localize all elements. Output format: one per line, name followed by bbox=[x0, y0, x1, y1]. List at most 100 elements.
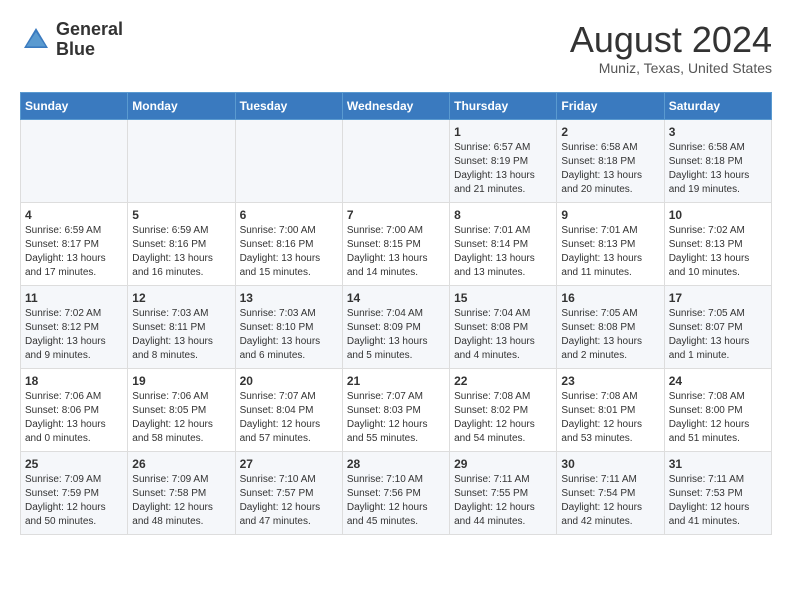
calendar-cell: 20Sunrise: 7:07 AM Sunset: 8:04 PM Dayli… bbox=[235, 368, 342, 451]
day-info: Sunrise: 7:02 AM Sunset: 8:13 PM Dayligh… bbox=[669, 224, 767, 280]
day-info: Sunrise: 7:11 AM Sunset: 7:54 PM Dayligh… bbox=[561, 473, 659, 529]
day-number: 22 bbox=[454, 374, 552, 388]
day-info: Sunrise: 7:09 AM Sunset: 7:58 PM Dayligh… bbox=[132, 473, 230, 529]
day-number: 17 bbox=[669, 291, 767, 305]
day-info: Sunrise: 7:10 AM Sunset: 7:56 PM Dayligh… bbox=[347, 473, 445, 529]
day-info: Sunrise: 7:05 AM Sunset: 8:07 PM Dayligh… bbox=[669, 307, 767, 363]
calendar-cell: 29 Sunrise: 7:11 AM Sunset: 7:55 PM Dayli… bbox=[450, 451, 557, 534]
weekday-header-wednesday: Wednesday bbox=[342, 92, 449, 119]
calendar-cell: 9 Sunrise: 7:01 AM Sunset: 8:13 PM Daylig… bbox=[557, 202, 664, 285]
day-number: 9 bbox=[561, 208, 659, 222]
calendar-cell: 15 Sunrise: 7:04 AM Sunset: 8:08 PM Dayli… bbox=[450, 285, 557, 368]
calendar-week-row: 18 Sunrise: 7:06 AM Sunset: 8:06 PM Dayli… bbox=[21, 368, 772, 451]
day-number: 20 bbox=[240, 374, 338, 388]
day-number: 30 bbox=[561, 457, 659, 471]
day-number: 7 bbox=[347, 208, 445, 222]
calendar-week-row: 1Sunrise: 6:57 AM Sunset: 8:19 PM Daylig… bbox=[21, 119, 772, 202]
day-info: Sunrise: 7:06 AM Sunset: 8:06 PM Dayligh… bbox=[25, 390, 123, 446]
day-number: 27 bbox=[240, 457, 338, 471]
calendar-cell: 10 Sunrise: 7:02 AM Sunset: 8:13 PM Dayli… bbox=[664, 202, 771, 285]
calendar-cell: 2 Sunrise: 6:58 AM Sunset: 8:18 PM Daylig… bbox=[557, 119, 664, 202]
calendar-cell: 11 Sunrise: 7:02 AM Sunset: 8:12 PM Dayli… bbox=[21, 285, 128, 368]
day-info: Sunrise: 7:02 AM Sunset: 8:12 PM Dayligh… bbox=[25, 307, 123, 363]
page-header: General Blue August 2024 Muniz, Texas, U… bbox=[20, 20, 772, 76]
month-title: August 2024 bbox=[570, 20, 772, 60]
day-info: Sunrise: 7:11 AM Sunset: 7:55 PM Dayligh… bbox=[454, 473, 552, 529]
calendar-cell: 13Sunrise: 7:03 AM Sunset: 8:10 PM Dayli… bbox=[235, 285, 342, 368]
day-number: 19 bbox=[132, 374, 230, 388]
calendar-cell bbox=[235, 119, 342, 202]
calendar-cell: 5 Sunrise: 6:59 AM Sunset: 8:16 PM Daylig… bbox=[128, 202, 235, 285]
day-info: Sunrise: 6:58 AM Sunset: 8:18 PM Dayligh… bbox=[669, 141, 767, 197]
weekday-header-sunday: Sunday bbox=[21, 92, 128, 119]
day-number: 2 bbox=[561, 125, 659, 139]
calendar-cell: 16Sunrise: 7:05 AM Sunset: 8:08 PM Dayli… bbox=[557, 285, 664, 368]
calendar-cell: 8Sunrise: 7:01 AM Sunset: 8:14 PM Daylig… bbox=[450, 202, 557, 285]
day-number: 25 bbox=[25, 457, 123, 471]
day-info: Sunrise: 7:10 AM Sunset: 7:57 PM Dayligh… bbox=[240, 473, 338, 529]
calendar-cell: 6 Sunrise: 7:00 AM Sunset: 8:16 PM Daylig… bbox=[235, 202, 342, 285]
day-info: Sunrise: 7:04 AM Sunset: 8:09 PM Dayligh… bbox=[347, 307, 445, 363]
day-number: 10 bbox=[669, 208, 767, 222]
day-info: Sunrise: 7:08 AM Sunset: 8:01 PM Dayligh… bbox=[561, 390, 659, 446]
location: Muniz, Texas, United States bbox=[570, 60, 772, 76]
calendar-cell: 1Sunrise: 6:57 AM Sunset: 8:19 PM Daylig… bbox=[450, 119, 557, 202]
calendar-cell: 26Sunrise: 7:09 AM Sunset: 7:58 PM Dayli… bbox=[128, 451, 235, 534]
calendar-cell: 28 Sunrise: 7:10 AM Sunset: 7:56 PM Dayli… bbox=[342, 451, 449, 534]
calendar-cell: 7Sunrise: 7:00 AM Sunset: 8:15 PM Daylig… bbox=[342, 202, 449, 285]
calendar-cell: 19 Sunrise: 7:06 AM Sunset: 8:05 PM Dayli… bbox=[128, 368, 235, 451]
title-block: August 2024 Muniz, Texas, United States bbox=[570, 20, 772, 76]
day-info: Sunrise: 7:08 AM Sunset: 8:00 PM Dayligh… bbox=[669, 390, 767, 446]
logo-line2: Blue bbox=[56, 40, 123, 60]
calendar-table: SundayMondayTuesdayWednesdayThursdayFrid… bbox=[20, 92, 772, 535]
calendar-cell bbox=[342, 119, 449, 202]
calendar-cell bbox=[128, 119, 235, 202]
day-number: 8 bbox=[454, 208, 552, 222]
calendar-cell: 30 Sunrise: 7:11 AM Sunset: 7:54 PM Dayli… bbox=[557, 451, 664, 534]
day-info: Sunrise: 7:00 AM Sunset: 8:16 PM Dayligh… bbox=[240, 224, 338, 280]
day-info: Sunrise: 7:09 AM Sunset: 7:59 PM Dayligh… bbox=[25, 473, 123, 529]
day-number: 24 bbox=[669, 374, 767, 388]
day-number: 21 bbox=[347, 374, 445, 388]
day-number: 29 bbox=[454, 457, 552, 471]
day-info: Sunrise: 6:59 AM Sunset: 8:16 PM Dayligh… bbox=[132, 224, 230, 280]
calendar-cell: 31Sunrise: 7:11 AM Sunset: 7:53 PM Dayli… bbox=[664, 451, 771, 534]
logo: General Blue bbox=[20, 20, 123, 60]
day-info: Sunrise: 7:01 AM Sunset: 8:13 PM Dayligh… bbox=[561, 224, 659, 280]
day-info: Sunrise: 6:59 AM Sunset: 8:17 PM Dayligh… bbox=[25, 224, 123, 280]
day-number: 6 bbox=[240, 208, 338, 222]
day-number: 5 bbox=[132, 208, 230, 222]
day-number: 11 bbox=[25, 291, 123, 305]
calendar-cell: 12Sunrise: 7:03 AM Sunset: 8:11 PM Dayli… bbox=[128, 285, 235, 368]
calendar-cell: 24 Sunrise: 7:08 AM Sunset: 8:00 PM Dayli… bbox=[664, 368, 771, 451]
calendar-week-row: 25 Sunrise: 7:09 AM Sunset: 7:59 PM Dayli… bbox=[21, 451, 772, 534]
day-info: Sunrise: 6:58 AM Sunset: 8:18 PM Dayligh… bbox=[561, 141, 659, 197]
day-number: 16 bbox=[561, 291, 659, 305]
weekday-header-saturday: Saturday bbox=[664, 92, 771, 119]
day-info: Sunrise: 7:08 AM Sunset: 8:02 PM Dayligh… bbox=[454, 390, 552, 446]
day-number: 28 bbox=[347, 457, 445, 471]
calendar-cell: 21Sunrise: 7:07 AM Sunset: 8:03 PM Dayli… bbox=[342, 368, 449, 451]
day-number: 12 bbox=[132, 291, 230, 305]
calendar-cell: 18 Sunrise: 7:06 AM Sunset: 8:06 PM Dayli… bbox=[21, 368, 128, 451]
calendar-cell bbox=[21, 119, 128, 202]
day-number: 15 bbox=[454, 291, 552, 305]
weekday-header-thursday: Thursday bbox=[450, 92, 557, 119]
day-number: 4 bbox=[25, 208, 123, 222]
calendar-cell: 3Sunrise: 6:58 AM Sunset: 8:18 PM Daylig… bbox=[664, 119, 771, 202]
logo-line1: General bbox=[56, 20, 123, 40]
calendar-cell: 14 Sunrise: 7:04 AM Sunset: 8:09 PM Dayli… bbox=[342, 285, 449, 368]
day-info: Sunrise: 7:04 AM Sunset: 8:08 PM Dayligh… bbox=[454, 307, 552, 363]
weekday-header-row: SundayMondayTuesdayWednesdayThursdayFrid… bbox=[21, 92, 772, 119]
weekday-header-tuesday: Tuesday bbox=[235, 92, 342, 119]
day-number: 18 bbox=[25, 374, 123, 388]
day-number: 14 bbox=[347, 291, 445, 305]
day-number: 1 bbox=[454, 125, 552, 139]
calendar-cell: 17 Sunrise: 7:05 AM Sunset: 8:07 PM Dayli… bbox=[664, 285, 771, 368]
logo-text: General Blue bbox=[56, 20, 123, 60]
day-info: Sunrise: 7:11 AM Sunset: 7:53 PM Dayligh… bbox=[669, 473, 767, 529]
day-info: Sunrise: 7:06 AM Sunset: 8:05 PM Dayligh… bbox=[132, 390, 230, 446]
calendar-cell: 22 Sunrise: 7:08 AM Sunset: 8:02 PM Dayli… bbox=[450, 368, 557, 451]
day-info: Sunrise: 7:03 AM Sunset: 8:10 PM Dayligh… bbox=[240, 307, 338, 363]
weekday-header-friday: Friday bbox=[557, 92, 664, 119]
